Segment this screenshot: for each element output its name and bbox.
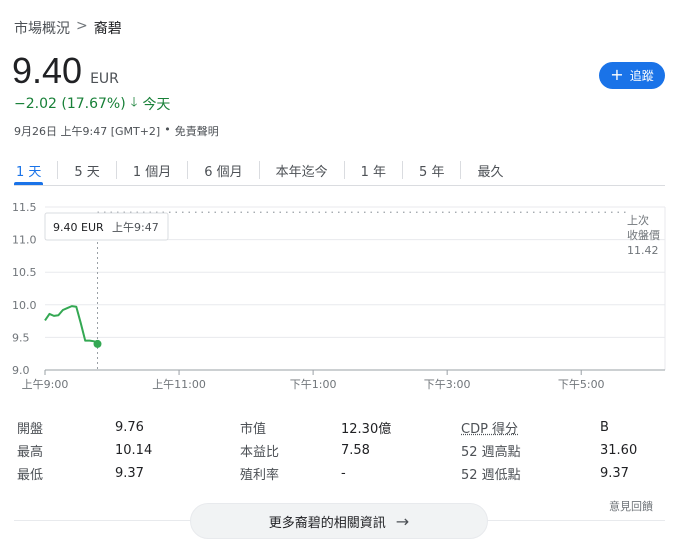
current-point-marker (93, 339, 102, 348)
current-price: 9.40 (12, 50, 83, 91)
y-tick-label: 11.0 (12, 234, 37, 247)
tooltip-price: 9.40 EUR (53, 221, 104, 234)
tab-divider (57, 161, 59, 179)
tooltip-time: 上午9:47 (112, 221, 159, 234)
stat-label-high: 最高 (17, 445, 44, 460)
tab-1-day[interactable]: 1 天 (8, 156, 49, 185)
plus-icon: + (610, 64, 624, 84)
tab-divider (402, 161, 404, 179)
price-series-line (44, 305, 99, 345)
stat-label-52w-high: 52 週高點 (461, 445, 521, 460)
y-tick-label: 11.5 (12, 201, 37, 214)
y-tick-label: 9.0 (12, 364, 30, 377)
stat-value-low: 9.37 (115, 466, 144, 481)
stat-value-high: 10.14 (115, 443, 153, 458)
stat-value-pe-ratio: 7.58 (341, 443, 370, 458)
breadcrumb-separator: > (76, 18, 88, 34)
tab-1-year[interactable]: 1 年 (353, 156, 394, 184)
stats-table: 開盤 9.76 市值 12.30億 CDP 得分 B 最高 10.14 本益比 … (17, 416, 665, 485)
x-tick-label: 下午1:00 (290, 378, 337, 391)
quote-timestamp: 9月26日 上午9:47 [GMT+2] (14, 125, 161, 138)
meta-separator: • (164, 123, 171, 136)
stat-label-52w-low: 52 週低點 (461, 468, 521, 483)
stat-value-dividend-yield: - (341, 466, 346, 481)
stat-value-cdp-score: B (600, 420, 609, 435)
y-tick-label: 10.0 (12, 299, 37, 312)
tab-1-month[interactable]: 1 個月 (125, 156, 179, 184)
price-chart[interactable]: 11.5 11.0 10.5 10.0 9.5 9.0上午9:00 上午11:00 下午1:0… (0, 195, 695, 395)
stats-row: 最低 9.37 殖利率 - 52 週低點 9.37 (17, 462, 665, 485)
breadcrumb: 市場概況 > 裔碧 (14, 18, 122, 38)
price-currency: EUR (90, 71, 119, 87)
tab-ytd[interactable]: 本年迄今 (268, 156, 336, 184)
stat-label-open: 開盤 (17, 422, 44, 437)
stat-label-market-cap: 市值 (240, 422, 267, 437)
more-info-label: 更多裔碧的相關資訊 (268, 515, 386, 531)
stat-label-dividend-yield: 殖利率 (240, 468, 280, 483)
follow-button[interactable]: + 追蹤 (599, 62, 665, 89)
tabs-underline (14, 185, 665, 186)
price-change-row: −2.02 (17.67%) 🡓 今天 (14, 93, 170, 115)
previous-close-label: 收盤價 (627, 228, 660, 242)
change-period: 今天 (142, 97, 171, 113)
stat-label-cdp-score[interactable]: CDP 得分 (461, 418, 600, 437)
arrow-right-icon: → (395, 511, 410, 531)
breadcrumb-market-overview-link[interactable]: 市場概況 (14, 18, 70, 38)
tab-5-years[interactable]: 5 年 (411, 156, 452, 184)
stat-value-market-cap: 12.30億 (341, 422, 392, 437)
x-tick-label: 下午5:00 (558, 378, 605, 391)
stat-label-low: 最低 (17, 468, 44, 483)
range-tabs: 1 天 5 天 1 個月 6 個月 本年迄今 1 年 5 年 最久 (8, 156, 511, 185)
x-tick-label: 上午9:00 (22, 378, 69, 391)
arrow-down-icon: 🡓 (130, 95, 138, 110)
stat-label-pe-ratio: 本益比 (240, 445, 280, 460)
tab-divider (343, 161, 345, 179)
tab-max[interactable]: 最久 (469, 156, 511, 184)
tab-divider (115, 161, 117, 179)
y-tick-label: 10.5 (12, 266, 37, 279)
feedback-link[interactable]: 意見回饋 (609, 498, 653, 514)
breadcrumb-current: 裔碧 (93, 21, 122, 37)
price-change: −2.02 (17.67%) (14, 96, 126, 112)
quote-meta: 9月26日 上午9:47 [GMT+2] • 免責聲明 (14, 123, 219, 139)
stat-value-52w-high: 31.60 (600, 443, 638, 458)
tab-divider (460, 161, 462, 179)
tab-6-months[interactable]: 6 個月 (196, 156, 250, 184)
previous-close-label: 上次 (627, 213, 649, 227)
stat-value-52w-low: 9.37 (600, 466, 629, 481)
x-tick-label: 上午11:00 (152, 378, 206, 391)
stat-value-open: 9.76 (115, 420, 144, 435)
follow-button-label: 追蹤 (629, 69, 654, 83)
more-info-button[interactable]: 更多裔碧的相關資訊 → (190, 503, 488, 539)
tab-5-days[interactable]: 5 天 (66, 156, 107, 184)
disclaimer-link[interactable]: 免責聲明 (175, 123, 219, 139)
tab-divider (187, 161, 189, 179)
stats-row: 開盤 9.76 市值 12.30億 CDP 得分 B (17, 416, 665, 439)
price-row: 9.40 EUR (12, 50, 119, 92)
x-tick-label: 下午3:00 (424, 378, 471, 391)
stats-row: 最高 10.14 本益比 7.58 52 週高點 31.60 (17, 439, 665, 462)
previous-close-value: 11.42 (627, 244, 659, 257)
tab-divider (258, 161, 260, 179)
y-tick-label: 9.5 (12, 331, 30, 344)
